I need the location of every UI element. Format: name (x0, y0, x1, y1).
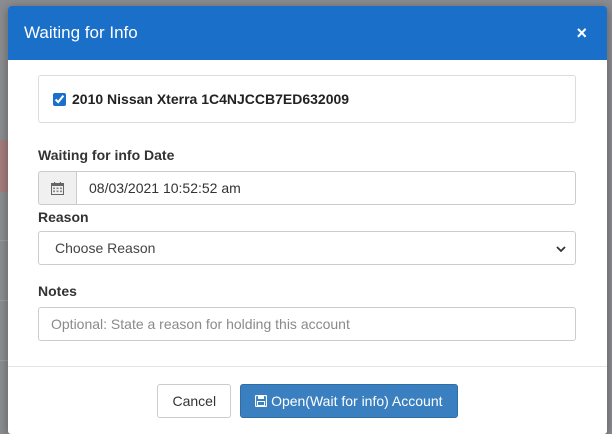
chevron-down-icon (556, 246, 566, 253)
reason-field-label: Reason (38, 209, 89, 225)
modal-title: Waiting for Info (24, 23, 138, 42)
notes-field-label: Notes (38, 283, 77, 299)
save-icon (255, 394, 268, 407)
modal-body: 2010 Nissan Xterra 1C4NJCCB7ED632009 Wai… (8, 60, 607, 341)
date-input-group (38, 171, 576, 205)
vehicle-label: 2010 Nissan Xterra 1C4NJCCB7ED632009 (72, 91, 350, 107)
reason-select[interactable]: Choose Reason (38, 231, 576, 265)
modal-footer: Cancel Open(Wait for info) Account (8, 366, 607, 434)
notes-input[interactable] (38, 307, 576, 341)
date-field-label: Waiting for info Date (38, 147, 175, 163)
cancel-button[interactable]: Cancel (157, 383, 232, 418)
calendar-icon (51, 181, 64, 195)
reason-select-value: Choose Reason (55, 240, 156, 256)
close-icon[interactable]: × (576, 24, 587, 42)
vehicle-selection-box: 2010 Nissan Xterra 1C4NJCCB7ED632009 (38, 75, 576, 123)
open-wait-for-info-button[interactable]: Open(Wait for info) Account (240, 383, 458, 418)
modal-header: Waiting for Info × (8, 6, 607, 60)
calendar-addon[interactable] (38, 171, 76, 205)
waiting-for-info-modal: Waiting for Info × 2010 Nissan Xterra 1C… (8, 6, 607, 434)
vehicle-checkbox[interactable] (53, 92, 66, 106)
date-input[interactable] (76, 171, 576, 205)
open-wait-for-info-label: Open(Wait for info) Account (271, 392, 443, 409)
